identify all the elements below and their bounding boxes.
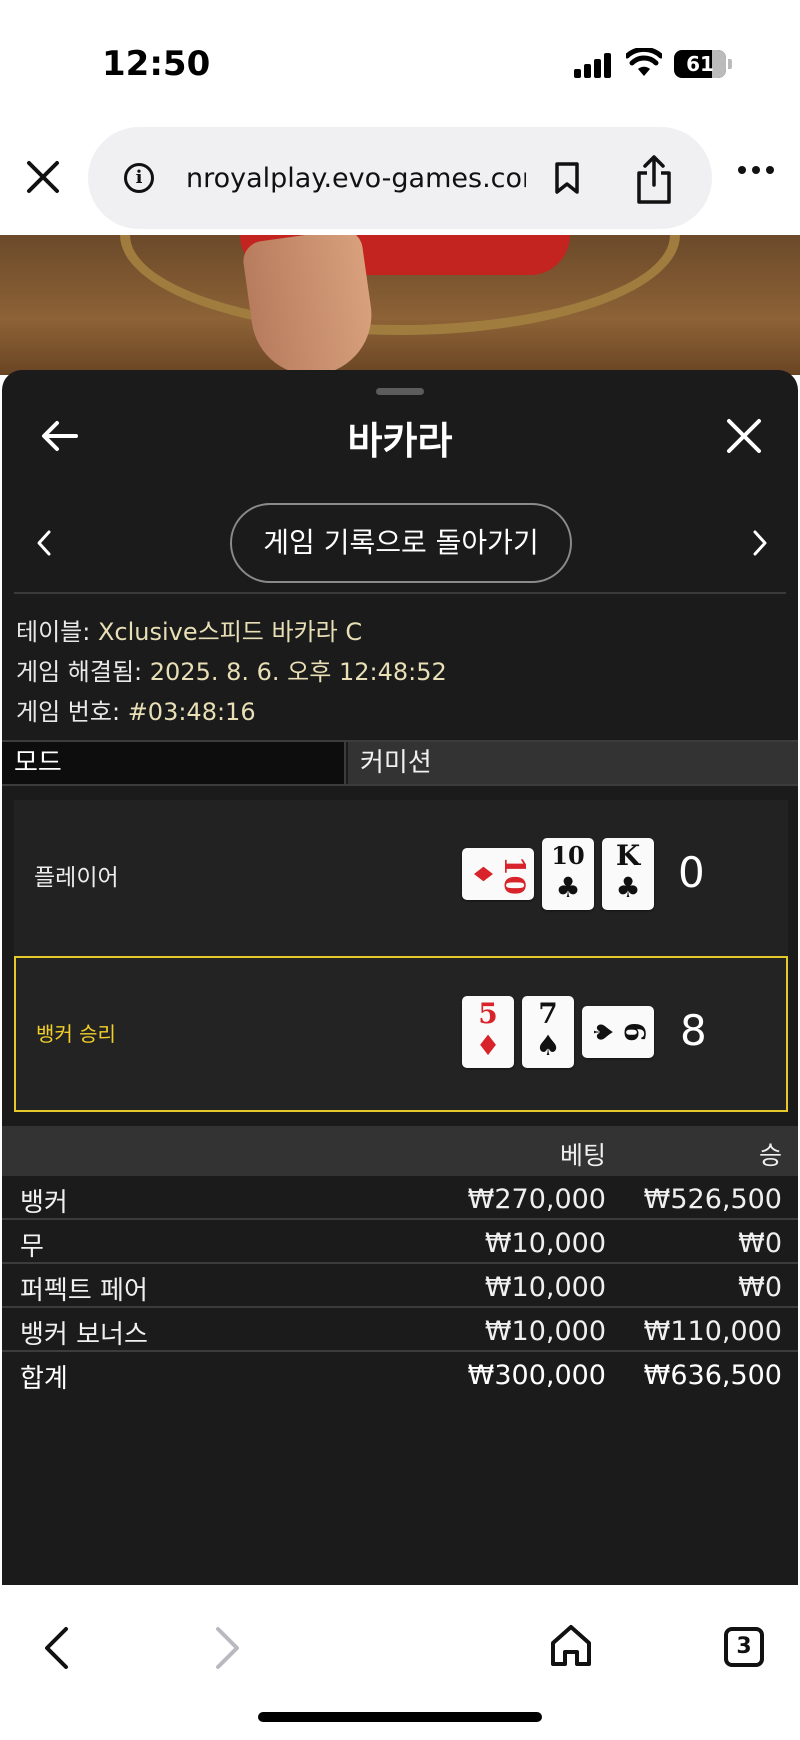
resolved-value: 2025. 8. 6. 오후 12:48:52 — [149, 658, 447, 686]
battery-icon: 61 — [674, 50, 726, 78]
playing-card: 6 ♠ — [582, 1006, 654, 1058]
card-suit: ♠ — [587, 1020, 617, 1044]
player-label: 플레이어 — [34, 865, 119, 891]
banker-score: 8 — [680, 1006, 707, 1055]
table-row: 뱅커 보너스 ₩10,000 ₩110,000 — [2, 1308, 798, 1352]
mode-row: 모드 커미션 — [2, 740, 798, 786]
total-win: ₩636,500 — [643, 1360, 782, 1391]
table-label: 테이블: — [16, 618, 91, 646]
playing-card: K ♣ — [602, 838, 654, 910]
card-rank: 10 — [551, 841, 585, 870]
card-suit: ♦ — [467, 862, 497, 886]
win-amount: ₩0 — [738, 1272, 782, 1303]
bet-name: 무 — [20, 1232, 44, 1262]
table-row: 퍼펙트 페어 ₩10,000 ₩0 — [2, 1264, 798, 1308]
win-amount: ₩0 — [738, 1228, 782, 1259]
back-to-history-button[interactable]: 게임 기록으로 돌아가기 — [230, 503, 572, 583]
more-options-icon[interactable] — [736, 164, 776, 176]
close-icon[interactable] — [26, 160, 60, 194]
mode-label: 모드 — [2, 742, 346, 784]
battery-tip — [728, 59, 732, 69]
table-value: Xclusive스피드 바카라 C — [97, 618, 363, 646]
chevron-right-icon — [216, 1627, 239, 1669]
bet-name: 뱅커 보너스 — [20, 1320, 148, 1350]
video-dealer-arm — [240, 235, 380, 375]
card-suit: ♣ — [615, 871, 641, 904]
card-rank: 5 — [478, 997, 498, 1030]
drag-handle[interactable] — [376, 388, 424, 395]
divider — [14, 592, 786, 594]
win-amount: ₩526,500 — [643, 1184, 782, 1215]
chevron-left-icon[interactable] — [34, 528, 54, 558]
live-video-feed — [0, 235, 800, 375]
battery-level: 61 — [686, 52, 714, 76]
chevron-right-icon[interactable] — [750, 528, 770, 558]
card-suit: ♣ — [555, 871, 581, 904]
bets-header: 베팅 승 — [2, 1126, 798, 1176]
banker-label: 뱅커 승리 — [36, 1022, 116, 1046]
table-row: 무 ₩10,000 ₩0 — [2, 1220, 798, 1264]
share-icon[interactable] — [634, 153, 674, 205]
game-number-info: 게임 번호: #03:48:16 — [16, 692, 256, 727]
home-icon[interactable] — [550, 1623, 592, 1667]
address-bar[interactable]: i nroyalplay.evo-games.com — [88, 127, 712, 229]
card-suit: ♠ — [535, 1029, 561, 1062]
game-number-label: 게임 번호: — [16, 698, 121, 726]
total-label: 합계 — [20, 1364, 68, 1394]
chevron-left-icon[interactable] — [42, 1625, 70, 1671]
bet-column-header: 베팅 — [559, 1141, 606, 1170]
win-amount: ₩110,000 — [643, 1316, 782, 1347]
win-column-header: 승 — [758, 1141, 782, 1170]
playing-card: 7 ♠ — [522, 996, 574, 1068]
browser-bottom-bar: 3 — [0, 1585, 800, 1740]
card-rank: 7 — [538, 997, 558, 1030]
bets-table: 베팅 승 뱅커 ₩270,000 ₩526,500 무 ₩10,000 ₩0 퍼… — [2, 1126, 798, 1396]
info-icon[interactable]: i — [124, 163, 154, 193]
card-rank: K — [615, 839, 641, 872]
home-indicator — [258, 1712, 542, 1722]
table-row: 뱅커 ₩270,000 ₩526,500 — [2, 1176, 798, 1220]
player-hand: 플레이어 10 ♦ 10 ♣ K ♣ 0 — [14, 800, 788, 956]
resolved-info: 게임 해결됨: 2025. 8. 6. 오후 12:48:52 — [16, 652, 447, 687]
bet-amount: ₩270,000 — [467, 1184, 606, 1215]
total-row: 합계 ₩300,000 ₩636,500 — [2, 1352, 798, 1396]
game-number-value: #03:48:16 — [127, 698, 256, 726]
banker-hand: 뱅커 승리 5 ♦ 7 ♠ 6 ♠ 8 — [14, 956, 788, 1112]
playing-card: 10 ♦ — [462, 848, 534, 900]
game-details-panel: 바카라 게임 기록으로 돌아가기 테이블: Xclusive스피드 바카라 C … — [2, 370, 798, 1585]
url-text[interactable]: nroyalplay.evo-games.com — [186, 159, 526, 199]
bet-name: 뱅커 — [20, 1188, 68, 1218]
table-info: 테이블: Xclusive스피드 바카라 C — [16, 612, 362, 647]
total-bet: ₩300,000 — [467, 1360, 606, 1391]
bet-name: 퍼펙트 페어 — [20, 1276, 148, 1306]
wifi-icon — [626, 48, 662, 76]
hands-area: 플레이어 10 ♦ 10 ♣ K ♣ 0 뱅커 승리 5 ♦ 7 ♠ 6 ♠ 8 — [14, 800, 788, 1112]
resolved-label: 게임 해결됨: — [16, 658, 143, 686]
close-icon[interactable] — [726, 418, 762, 454]
cellular-signal-icon — [574, 52, 612, 78]
card-suit: ♦ — [475, 1029, 501, 1062]
bet-amount: ₩10,000 — [484, 1316, 606, 1347]
panel-title: 바카라 — [347, 419, 453, 463]
status-bar: 12:50 61 — [0, 0, 800, 120]
bet-amount: ₩10,000 — [484, 1228, 606, 1259]
mode-value: 커미션 — [348, 742, 798, 784]
browser-toolbar: i nroyalplay.evo-games.com — [0, 120, 800, 235]
tabs-button[interactable]: 3 — [724, 1627, 764, 1667]
bet-amount: ₩10,000 — [484, 1272, 606, 1303]
playing-card: 10 ♣ — [542, 838, 594, 910]
playing-card: 5 ♦ — [462, 996, 514, 1068]
player-score: 0 — [678, 848, 705, 897]
status-time: 12:50 — [102, 44, 211, 84]
bookmark-icon[interactable] — [554, 161, 580, 195]
